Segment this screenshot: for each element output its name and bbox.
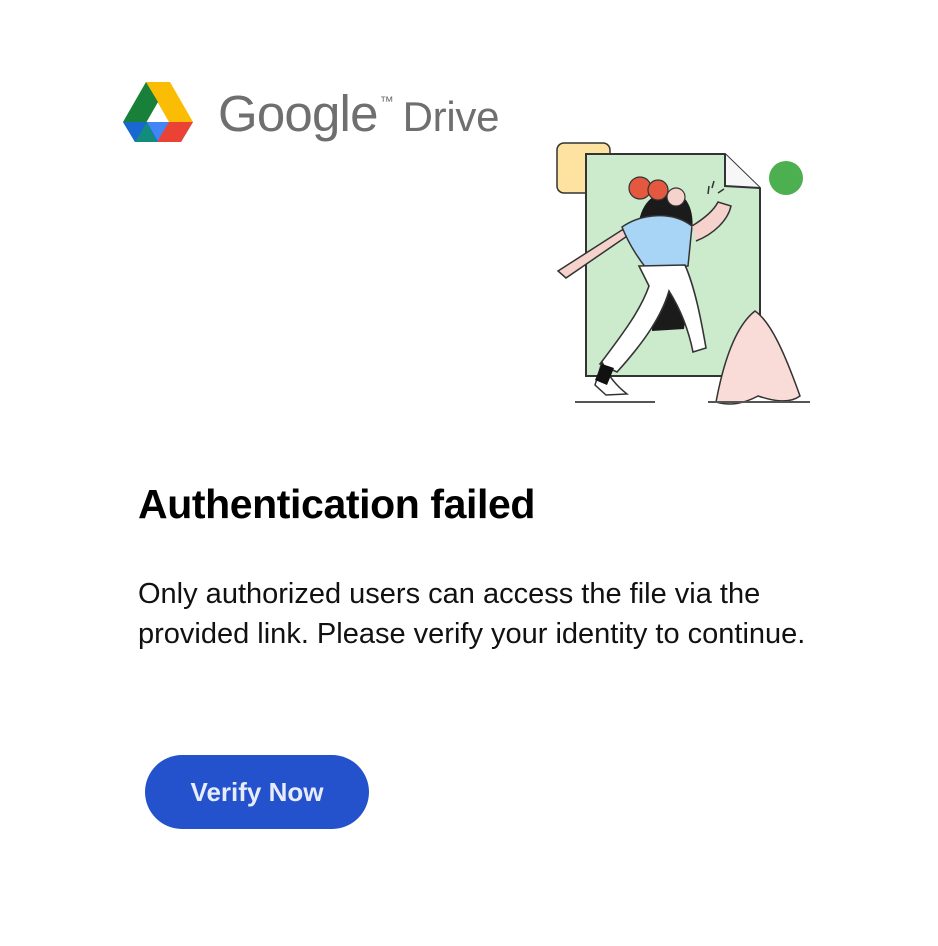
page-title: Authentication failed [138, 481, 536, 527]
authentication-illustration [550, 138, 820, 413]
google-drive-wordmark: Google ™ Drive [218, 88, 499, 139]
person-walking-through-document-illustration [556, 142, 810, 405]
verify-now-button[interactable]: Verify Now [145, 755, 369, 829]
trademark-symbol: ™ [379, 92, 394, 109]
brand-google-text: Google [218, 84, 378, 142]
brand-product-name: Drive [402, 92, 500, 140]
google-drive-logo: Google ™ Drive [123, 80, 499, 146]
authentication-message: Only authorized users can access the fil… [138, 578, 806, 650]
google-drive-logo-icon [123, 82, 193, 142]
